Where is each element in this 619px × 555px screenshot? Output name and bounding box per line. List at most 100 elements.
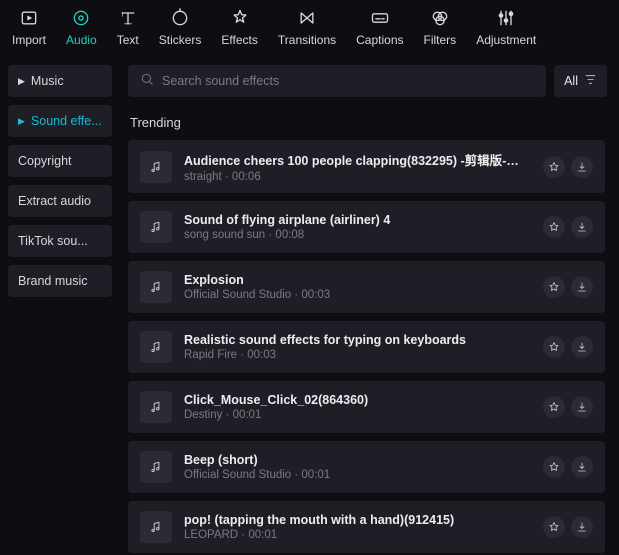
toolbar-label: Effects bbox=[221, 33, 257, 47]
sidebar-item-copyright[interactable]: Copyright bbox=[8, 145, 112, 177]
download-button[interactable] bbox=[571, 516, 593, 538]
sound-meta: Beep (short) Official Sound Studio · 00:0… bbox=[184, 453, 531, 481]
sound-card[interactable]: Click_Mouse_Click_02(864360) Destiny · 00… bbox=[128, 381, 605, 433]
favorite-button[interactable] bbox=[543, 336, 565, 358]
sidebar-item-label: Music bbox=[31, 74, 64, 88]
download-button[interactable] bbox=[571, 456, 593, 478]
text-icon: I bbox=[118, 8, 138, 31]
main-panel: All Trending Audience cheers 100 people … bbox=[120, 53, 619, 555]
caret-icon: ▶ bbox=[18, 76, 25, 87]
sound-actions bbox=[543, 336, 593, 358]
sound-actions bbox=[543, 456, 593, 478]
toolbar-label: Text bbox=[117, 33, 139, 47]
favorite-button[interactable] bbox=[543, 456, 565, 478]
sound-title: Realistic sound effects for typing on ke… bbox=[184, 333, 531, 347]
sound-card[interactable]: Sound of flying airplane (airliner) 4 son… bbox=[128, 201, 605, 253]
sound-actions bbox=[543, 396, 593, 418]
sidebar-item-extract[interactable]: Extract audio bbox=[8, 185, 112, 217]
favorite-button[interactable] bbox=[543, 216, 565, 238]
toolbar-transitions[interactable]: Transitions bbox=[268, 4, 346, 51]
captions-icon bbox=[370, 8, 390, 31]
sidebar-item-tiktok[interactable]: TikTok sou... bbox=[8, 225, 112, 257]
favorite-button[interactable] bbox=[543, 396, 565, 418]
top-toolbar: Import Audio I Text Stickers Effects Transitio… bbox=[0, 0, 619, 53]
sound-subtitle: Official Sound Studio · 00:01 bbox=[184, 469, 531, 481]
sound-card[interactable]: Beep (short) Official Sound Studio · 00:0… bbox=[128, 441, 605, 493]
caret-icon: ▶ bbox=[18, 116, 25, 127]
sidebar-item-brand[interactable]: Brand music bbox=[8, 265, 112, 297]
sidebar-item-sound-effects[interactable]: ▶ Sound effe... bbox=[8, 105, 112, 137]
sound-title: Audience cheers 100 people clapping(8322… bbox=[184, 150, 531, 169]
toolbar-filters[interactable]: Filters bbox=[414, 4, 467, 51]
sound-actions bbox=[543, 516, 593, 538]
favorite-button[interactable] bbox=[543, 516, 565, 538]
toolbar-label: Filters bbox=[424, 33, 457, 47]
sound-thumb bbox=[140, 451, 172, 483]
sound-subtitle: Destiny · 00:01 bbox=[184, 409, 531, 421]
toolbar-text[interactable]: I Text bbox=[107, 4, 149, 51]
sidebar-item-label: Sound effe... bbox=[31, 114, 102, 128]
sound-meta: pop! (tapping the mouth with a hand)(912… bbox=[184, 513, 531, 541]
sidebar-item-music[interactable]: ▶ Music bbox=[8, 65, 112, 97]
transitions-icon bbox=[297, 8, 317, 31]
toolbar-stickers[interactable]: Stickers bbox=[149, 4, 212, 51]
sidebar-item-label: TikTok sou... bbox=[18, 234, 88, 248]
sound-card[interactable]: Realistic sound effects for typing on ke… bbox=[128, 321, 605, 373]
favorite-button[interactable] bbox=[543, 276, 565, 298]
sound-subtitle: LEOPARD · 00:01 bbox=[184, 529, 531, 541]
sidebar-item-label: Extract audio bbox=[18, 194, 91, 208]
toolbar-label: Stickers bbox=[159, 33, 202, 47]
sound-subtitle: Rapid Fire · 00:03 bbox=[184, 349, 531, 361]
adjustment-icon bbox=[496, 8, 516, 31]
sound-card[interactable]: ExplosionOfficial Sound Studio · 00:03 bbox=[128, 261, 605, 313]
sound-title: Click_Mouse_Click_02(864360) bbox=[184, 393, 531, 407]
sound-thumb bbox=[140, 391, 172, 423]
audio-icon bbox=[71, 8, 91, 31]
sound-card[interactable]: Audience cheers 100 people clapping(8322… bbox=[128, 140, 605, 193]
toolbar-label: Captions bbox=[356, 33, 403, 47]
sound-subtitle: song sound sun · 00:08 bbox=[184, 229, 531, 241]
sound-title: Beep (short) bbox=[184, 453, 531, 467]
sound-title: Sound of flying airplane (airliner) 4 bbox=[184, 213, 531, 227]
download-button[interactable] bbox=[571, 216, 593, 238]
filters-icon bbox=[430, 8, 450, 31]
search-box[interactable] bbox=[128, 65, 546, 97]
search-input[interactable] bbox=[162, 74, 534, 88]
section-title: Trending bbox=[130, 115, 607, 130]
download-button[interactable] bbox=[571, 396, 593, 418]
toolbar-label: Adjustment bbox=[476, 33, 536, 47]
toolbar-label: Transitions bbox=[278, 33, 336, 47]
favorite-button[interactable] bbox=[543, 156, 565, 178]
sound-meta: Click_Mouse_Click_02(864360) Destiny · 00… bbox=[184, 393, 531, 421]
stickers-icon bbox=[170, 8, 190, 31]
filter-label: All bbox=[564, 74, 578, 88]
sound-actions bbox=[543, 276, 593, 298]
sidebar-item-label: Brand music bbox=[18, 274, 87, 288]
sound-thumb bbox=[140, 331, 172, 363]
download-button[interactable] bbox=[571, 276, 593, 298]
sound-meta: Sound of flying airplane (airliner) 4 son… bbox=[184, 213, 531, 241]
toolbar-adjustment[interactable]: Adjustment bbox=[466, 4, 546, 51]
toolbar-import[interactable]: Import bbox=[2, 4, 56, 51]
sound-meta: Realistic sound effects for typing on ke… bbox=[184, 333, 531, 361]
sound-title: pop! (tapping the mouth with a hand)(912… bbox=[184, 513, 531, 527]
sound-card[interactable]: pop! (tapping the mouth with a hand)(912… bbox=[128, 501, 605, 553]
sound-thumb bbox=[140, 271, 172, 303]
download-button[interactable] bbox=[571, 336, 593, 358]
sound-subtitle: Official Sound Studio · 00:03 bbox=[184, 289, 531, 301]
import-icon bbox=[19, 8, 39, 31]
effects-icon bbox=[230, 8, 250, 31]
toolbar-audio[interactable]: Audio bbox=[56, 4, 107, 51]
toolbar-label: Import bbox=[12, 33, 46, 47]
toolbar-label: Audio bbox=[66, 33, 97, 47]
toolbar-effects[interactable]: Effects bbox=[211, 4, 267, 51]
sound-meta: Audience cheers 100 people clapping(8322… bbox=[184, 150, 531, 183]
sound-thumb bbox=[140, 151, 172, 183]
sound-meta: ExplosionOfficial Sound Studio · 00:03 bbox=[184, 273, 531, 301]
toolbar-captions[interactable]: Captions bbox=[346, 4, 413, 51]
sound-thumb bbox=[140, 511, 172, 543]
filter-all-button[interactable]: All bbox=[554, 65, 607, 97]
sidebar: ▶ Music ▶ Sound effe... Copyright Extract aud… bbox=[0, 53, 120, 555]
download-button[interactable] bbox=[571, 156, 593, 178]
sound-actions bbox=[543, 156, 593, 178]
